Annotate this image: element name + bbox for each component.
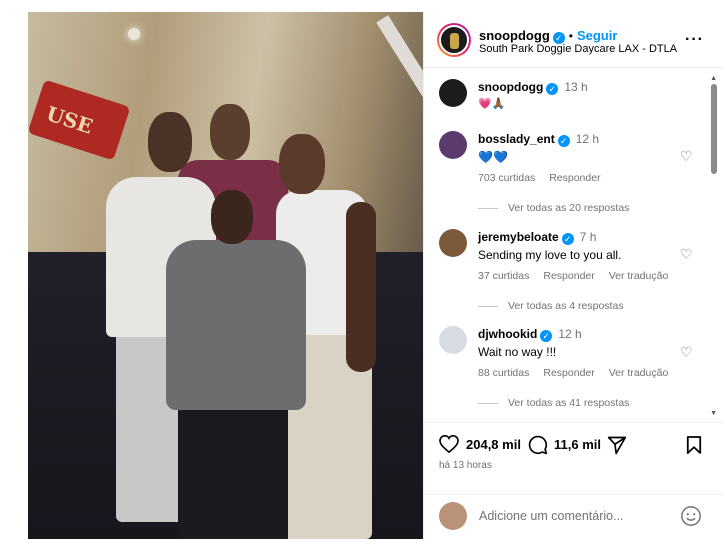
comment-text: 💙💙 (478, 150, 508, 164)
comment-text: Sending my love to you all. (478, 248, 622, 262)
comment-username-line: djwhookid ✓ 12 h (478, 327, 582, 342)
scroll-down-arrow-icon[interactable]: ▼ (710, 410, 717, 417)
post-side-panel: snoopdogg ✓ • Seguir South Park Doggie Dayc… (423, 12, 723, 539)
caption-time: 13 h (564, 80, 588, 94)
comment-username-line: jeremybeloate ✓ 7 h (478, 230, 596, 245)
comment-likes[interactable]: 88 curtidas (478, 367, 529, 379)
instagram-post-view: USE snoopdogg ✓ • Seguir South Park Doggie … (0, 0, 723, 543)
translate-button[interactable]: Ver tradução (609, 270, 669, 282)
verified-icon: ✓ (540, 330, 553, 342)
comment-likes[interactable]: 37 curtidas (478, 270, 529, 282)
separator-dot: • (568, 29, 573, 43)
like-heart-icon[interactable] (439, 435, 459, 453)
person-center-pants (178, 402, 288, 539)
comments-list[interactable]: snoopdogg ✓ 13 h 💗🙏🏾 bosslady_ent ✓ 12 h 💙💙 … (424, 69, 723, 419)
comment-likes[interactable]: 703 curtidas (478, 172, 535, 184)
add-comment-bar (424, 494, 723, 539)
comment-username[interactable]: djwhookid (478, 327, 537, 341)
comment-avatar[interactable] (439, 131, 467, 159)
verified-icon: ✓ (561, 233, 574, 245)
person-right-arm (346, 202, 376, 372)
view-replies-button[interactable]: Ver todas as 20 respostas (478, 202, 629, 214)
comment-avatar[interactable] (439, 229, 467, 257)
like-count[interactable]: 204,8 mil (466, 437, 521, 452)
verified-icon: ✓ (546, 83, 559, 95)
ceiling-light (128, 28, 140, 40)
comment-avatar[interactable] (439, 326, 467, 354)
comment-text: Wait no way !!! (478, 345, 557, 359)
post-header: snoopdogg ✓ • Seguir South Park Doggie Dayc… (424, 12, 723, 68)
author-avatar[interactable] (437, 23, 471, 57)
comment-like-heart-icon[interactable]: ♡ (680, 149, 694, 163)
caption-username-line: snoopdogg ✓ 13 h (478, 80, 588, 95)
caption-username[interactable]: snoopdogg (478, 80, 543, 94)
person-back-head (210, 104, 250, 160)
comment-time: 7 h (579, 230, 597, 244)
follow-button[interactable]: Seguir (577, 28, 617, 43)
comment-input[interactable] (479, 505, 669, 527)
person-center-cardigan (166, 240, 306, 410)
scroll-up-arrow-icon[interactable]: ▲ (710, 75, 717, 82)
reply-button[interactable]: Responder (543, 270, 594, 282)
comment-meta: 88 curtidas Responder Ver tradução (478, 367, 682, 379)
author-username[interactable]: snoopdogg (479, 28, 550, 43)
person-center-head (211, 190, 253, 244)
comment-like-heart-icon[interactable]: ♡ (680, 247, 694, 261)
comment-bubble-icon[interactable] (528, 435, 548, 455)
caption-avatar[interactable] (439, 79, 467, 107)
post-time-ago[interactable]: há 13 horas (439, 460, 492, 471)
share-paper-plane-icon[interactable] (607, 435, 627, 455)
comment-time: 12 h (558, 327, 582, 341)
comment-meta: 37 curtidas Responder Ver tradução (478, 270, 682, 282)
current-user-avatar (439, 502, 467, 530)
comment-meta: 703 curtidas Responder (478, 172, 615, 184)
person-right-head (279, 134, 325, 194)
verified-icon: ✓ (557, 135, 570, 147)
emoji-picker-icon[interactable] (680, 505, 702, 527)
more-options-icon[interactable]: ··· (685, 31, 704, 49)
comment-count[interactable]: 11,6 mil (554, 437, 601, 452)
caption-text: 💗🙏🏾 (478, 98, 506, 110)
view-replies-button[interactable]: Ver todas as 41 respostas (478, 397, 629, 409)
comment-username-line: bosslady_ent ✓ 12 h (478, 132, 599, 147)
comment-username[interactable]: bosslady_ent (478, 132, 555, 146)
reply-button[interactable]: Responder (549, 172, 600, 184)
comment-username[interactable]: jeremybeloate (478, 230, 559, 244)
reply-button[interactable]: Responder (543, 367, 594, 379)
light-beam (376, 15, 423, 99)
comment-like-heart-icon[interactable]: ♡ (680, 345, 694, 359)
translate-button[interactable]: Ver tradução (609, 367, 669, 379)
post-photo[interactable]: USE (28, 12, 423, 539)
post-location[interactable]: South Park Doggie Daycare LAX - DTLA (479, 43, 677, 55)
scrollbar-thumb[interactable] (711, 84, 717, 174)
view-replies-button[interactable]: Ver todas as 4 respostas (478, 300, 624, 312)
person-left-head (148, 112, 192, 172)
save-bookmark-icon[interactable] (686, 435, 702, 455)
comment-time: 12 h (575, 132, 600, 146)
